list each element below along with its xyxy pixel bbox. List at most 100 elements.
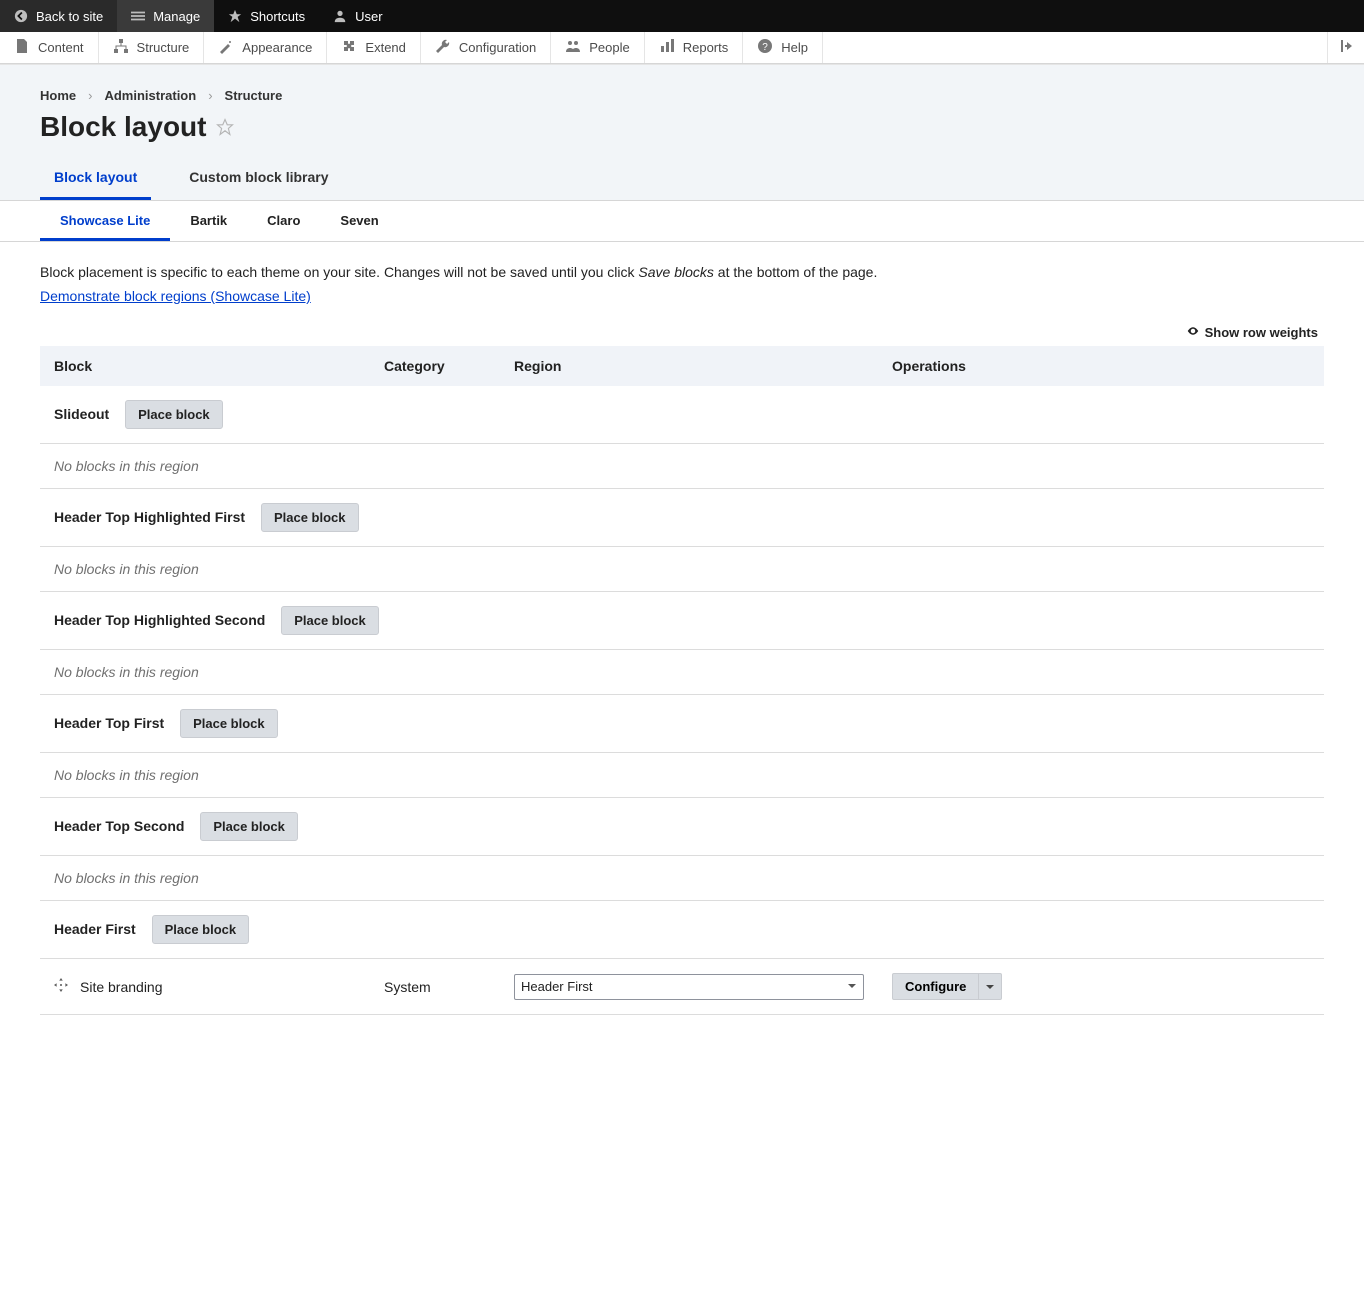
toolbar-top: Back to site Manage Shortcuts User	[0, 0, 1364, 32]
admin-label: Extend	[365, 40, 405, 55]
empty-row: No blocks in this region	[40, 650, 1324, 695]
admin-menu: Content Structure Appearance Extend Conf…	[0, 32, 1364, 64]
help-icon: ?	[757, 38, 773, 57]
admin-label: Content	[38, 40, 84, 55]
admin-item-people[interactable]: People	[551, 32, 644, 63]
manage-toggle[interactable]: Manage	[117, 0, 214, 32]
place-block-button[interactable]: Place block	[200, 812, 298, 841]
region-row-header-top-highlighted-second: Header Top Highlighted Second Place bloc…	[40, 592, 1324, 650]
place-block-button[interactable]: Place block	[125, 400, 223, 429]
theme-tab-seven[interactable]: Seven	[320, 201, 398, 241]
empty-row: No blocks in this region	[40, 547, 1324, 592]
back-to-site[interactable]: Back to site	[0, 0, 117, 32]
breadcrumb: Home › Administration › Structure	[40, 88, 1324, 103]
th-region: Region	[500, 346, 878, 386]
region-name: Header First	[54, 921, 136, 937]
region-row-slideout: Slideout Place block	[40, 386, 1324, 444]
region-row-header-top-highlighted-first: Header Top Highlighted First Place block	[40, 489, 1324, 547]
user-label: User	[355, 9, 382, 24]
admin-item-help[interactable]: ? Help	[743, 32, 823, 63]
breadcrumb-home[interactable]: Home	[40, 88, 76, 103]
shortcuts-button[interactable]: Shortcuts	[214, 0, 319, 32]
back-to-site-label: Back to site	[36, 9, 103, 24]
show-row-weights-toggle[interactable]: Show row weights	[1187, 325, 1318, 340]
no-blocks-msg: No blocks in this region	[40, 547, 1324, 592]
theme-tab-claro[interactable]: Claro	[247, 201, 320, 241]
star-outline-icon[interactable]	[216, 111, 234, 143]
operations-dropdown-toggle[interactable]	[979, 973, 1002, 1000]
block-category: System	[370, 959, 500, 1015]
no-blocks-msg: No blocks in this region	[40, 650, 1324, 695]
content-area: Block placement is specific to each them…	[0, 242, 1364, 1055]
place-block-button[interactable]: Place block	[180, 709, 278, 738]
admin-label: Appearance	[242, 40, 312, 55]
region-row-header-first: Header First Place block	[40, 901, 1324, 959]
svg-text:?: ?	[762, 42, 768, 53]
tab-custom-block-library[interactable]: Custom block library	[175, 159, 342, 200]
region-name: Header Top Highlighted First	[54, 509, 245, 525]
chevron-right-icon: ›	[88, 88, 92, 103]
sitemap-icon	[113, 38, 129, 57]
eye-icon	[1187, 325, 1199, 340]
empty-row: No blocks in this region	[40, 444, 1324, 489]
place-block-button[interactable]: Place block	[281, 606, 379, 635]
shortcuts-label: Shortcuts	[250, 9, 305, 24]
region-name: Slideout	[54, 406, 109, 422]
operations-dropbutton: Configure	[892, 973, 1310, 1000]
user-menu[interactable]: User	[319, 0, 396, 32]
file-icon	[14, 38, 30, 57]
region-select[interactable]: Header First	[514, 974, 864, 1000]
admin-label: People	[589, 40, 629, 55]
secondary-tabs: Showcase Lite Bartik Claro Seven	[0, 201, 1364, 242]
block-title: Site branding	[80, 979, 163, 995]
page-title-text: Block layout	[40, 111, 206, 143]
chevron-down-icon	[985, 982, 995, 992]
th-block: Block	[40, 346, 370, 386]
drag-handle-icon[interactable]	[54, 978, 68, 995]
admin-item-reports[interactable]: Reports	[645, 32, 744, 63]
admin-item-configuration[interactable]: Configuration	[421, 32, 551, 63]
admin-label: Help	[781, 40, 808, 55]
theme-tab-bartik[interactable]: Bartik	[170, 201, 247, 241]
admin-label: Structure	[137, 40, 190, 55]
page-header: Home › Administration › Structure Block …	[0, 64, 1364, 201]
no-blocks-msg: No blocks in this region	[40, 444, 1324, 489]
bars-icon	[659, 38, 675, 57]
block-row-site-branding: Site branding System Header First Config…	[40, 959, 1324, 1015]
block-table: Block Category Region Operations Slideou…	[40, 346, 1324, 1015]
intro-text: Block placement is specific to each them…	[40, 264, 1324, 280]
star-icon	[228, 9, 242, 23]
place-block-button[interactable]: Place block	[152, 915, 250, 944]
admin-item-content[interactable]: Content	[0, 32, 99, 63]
place-block-button[interactable]: Place block	[261, 503, 359, 532]
page-title: Block layout	[40, 111, 1324, 143]
admin-item-appearance[interactable]: Appearance	[204, 32, 327, 63]
configure-button[interactable]: Configure	[892, 973, 979, 1000]
breadcrumb-structure[interactable]: Structure	[225, 88, 283, 103]
region-name: Header Top Highlighted Second	[54, 612, 265, 628]
admin-item-extend[interactable]: Extend	[327, 32, 420, 63]
region-name: Header Top Second	[54, 818, 184, 834]
empty-row: No blocks in this region	[40, 753, 1324, 798]
demonstrate-regions-link[interactable]: Demonstrate block regions (Showcase Lite…	[40, 288, 311, 304]
manage-label: Manage	[153, 9, 200, 24]
theme-tab-showcase-lite[interactable]: Showcase Lite	[40, 201, 170, 241]
wrench-icon	[435, 38, 451, 57]
primary-tabs: Block layout Custom block library	[40, 159, 1324, 200]
hamburger-icon	[131, 9, 145, 23]
region-row-header-top-first: Header Top First Place block	[40, 695, 1324, 753]
breadcrumb-administration[interactable]: Administration	[104, 88, 196, 103]
wand-icon	[218, 38, 234, 57]
toolbar-collapse[interactable]	[1327, 32, 1364, 63]
region-select-value: Header First	[521, 979, 593, 994]
chevron-right-icon: ›	[208, 88, 212, 103]
admin-label: Reports	[683, 40, 729, 55]
show-row-weights-label: Show row weights	[1205, 325, 1318, 340]
tab-block-layout[interactable]: Block layout	[40, 159, 151, 200]
region-name: Header Top First	[54, 715, 164, 731]
arrow-left-icon	[14, 9, 28, 23]
weights-row: Show row weights	[40, 314, 1324, 346]
admin-item-structure[interactable]: Structure	[99, 32, 205, 63]
user-icon	[333, 9, 347, 23]
th-operations: Operations	[878, 346, 1324, 386]
